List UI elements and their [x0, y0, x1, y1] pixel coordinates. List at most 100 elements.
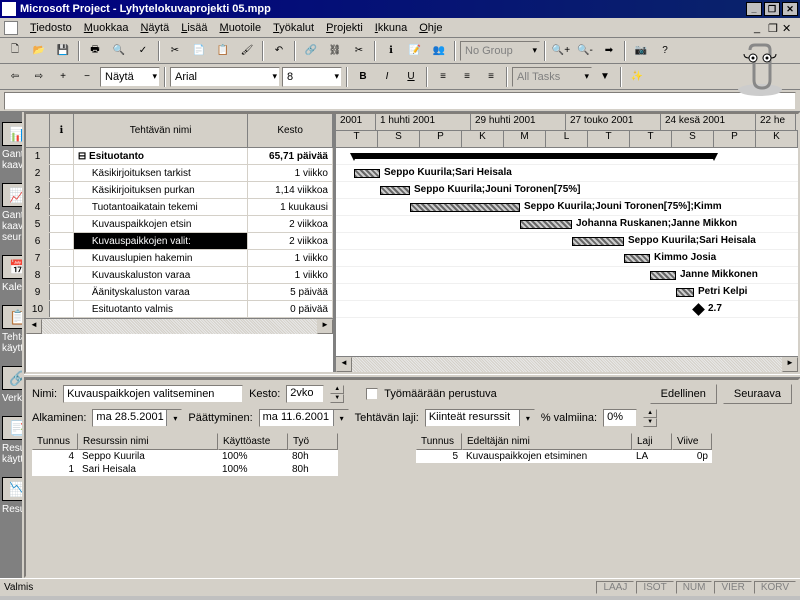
start-date-field[interactable]: ma 28.5.2001▾ — [92, 409, 182, 427]
gantt-task-bar[interactable] — [520, 220, 572, 229]
gantt-row[interactable]: Seppo Kuurila;Sari Heisala — [336, 233, 798, 250]
zoom-out-button[interactable]: 🔍- — [574, 40, 596, 62]
info-header[interactable]: ℹ — [50, 114, 74, 147]
task-hscroll[interactable]: ◄► — [26, 318, 333, 334]
pct-spinner[interactable]: ▲▼ — [643, 409, 657, 427]
pct-complete-field[interactable]: 0% — [603, 409, 637, 427]
task-name-cell[interactable]: Kuvauslupien hakemin — [74, 250, 248, 266]
align-right-button[interactable]: ≡ — [480, 66, 502, 88]
duration-header[interactable]: Kesto — [248, 114, 333, 147]
copy-button[interactable]: 📄 — [188, 40, 210, 62]
row-number[interactable]: 4 — [26, 199, 50, 215]
task-row[interactable]: 9 Äänityskaluston varaa 5 päivää — [26, 284, 333, 301]
task-info-cell[interactable] — [50, 216, 74, 232]
menu-työkalut[interactable]: Työkalut — [267, 20, 320, 36]
task-name-cell[interactable]: ⊟ Esituotanto — [74, 148, 248, 164]
undo-button[interactable]: ↶ — [268, 40, 290, 62]
help-button[interactable]: ? — [654, 40, 676, 62]
new-button[interactable]: 🗋 — [4, 40, 26, 62]
entry-field[interactable] — [4, 92, 796, 110]
assign-button[interactable]: 👥 — [428, 40, 450, 62]
rownum-header[interactable] — [26, 114, 50, 147]
show-subtasks-button[interactable]: + — [52, 66, 74, 88]
menu-tiedosto[interactable]: Tiedosto — [24, 20, 78, 36]
gantt-row[interactable]: Petri Kelpi — [336, 284, 798, 301]
close-button[interactable]: ✕ — [782, 2, 798, 16]
pred-header[interactable]: Edeltäjän nimi — [462, 433, 632, 450]
row-number[interactable]: 5 — [26, 216, 50, 232]
viewbar-item-0[interactable]: 📊Gantt-kaavio — [0, 116, 22, 177]
gantt-task-bar[interactable] — [354, 169, 380, 178]
task-info-cell[interactable] — [50, 284, 74, 300]
gantt-summary-bar[interactable] — [354, 153, 714, 159]
row-number[interactable]: 2 — [26, 165, 50, 181]
menu-muokkaa[interactable]: Muokkaa — [78, 20, 135, 36]
duration-cell[interactable]: 1 viikko — [248, 165, 333, 181]
task-info-cell[interactable] — [50, 250, 74, 266]
gantt-milestone[interactable] — [692, 303, 705, 316]
task-name-cell[interactable]: Kuvauskaluston varaa — [74, 267, 248, 283]
gantt-task-bar[interactable] — [650, 271, 676, 280]
gantt-row[interactable]: Seppo Kuurila;Jouni Toronen[75%];Kimm — [336, 199, 798, 216]
menu-näytä[interactable]: Näytä — [134, 20, 175, 36]
viewbar-item-6[interactable]: 📉Resurssikaa... — [0, 471, 22, 521]
filter-combo[interactable]: All Tasks — [512, 67, 592, 87]
print-preview-button[interactable]: 🔍 — [108, 40, 130, 62]
gantt-task-bar[interactable] — [676, 288, 694, 297]
duration-cell[interactable]: 1 viikko — [248, 267, 333, 283]
effort-driven-checkbox[interactable] — [366, 388, 378, 400]
menu-ikkuna[interactable]: Ikkuna — [369, 20, 413, 36]
duration-cell[interactable]: 1 viikko — [248, 250, 333, 266]
gantt-chart[interactable]: 20011 huhti 200129 huhti 200127 touko 20… — [336, 114, 798, 372]
task-name-cell[interactable]: Kuvauspaikkojen valit: — [74, 233, 248, 249]
doc-minimize-button[interactable]: _ — [754, 22, 768, 34]
task-row[interactable]: 4 Tuotantoaikatain tekemi 1 kuukausi — [26, 199, 333, 216]
gantt-row[interactable]: 2.7 — [336, 301, 798, 318]
viewbar-item-3[interactable]: 📋Tehtävien käyttö — [0, 299, 22, 360]
duration-cell[interactable]: 1,14 viikkoa — [248, 182, 333, 198]
align-center-button[interactable]: ≡ — [456, 66, 478, 88]
hide-subtasks-button[interactable]: − — [76, 66, 98, 88]
predecessor-row[interactable]: 5 Kuvauspaikkojen etsiminen LA 0p — [416, 450, 792, 463]
task-info-cell[interactable] — [50, 165, 74, 181]
gantt-task-bar[interactable] — [572, 237, 624, 246]
res-header[interactable]: Resurssin nimi — [78, 433, 218, 450]
task-name-cell[interactable]: Tuotantoaikatain tekemi — [74, 199, 248, 215]
gantt-row[interactable] — [336, 148, 798, 165]
task-row[interactable]: 2 Käsikirjoituksen tarkist 1 viikko — [26, 165, 333, 182]
minimize-button[interactable]: _ — [746, 2, 762, 16]
tasktype-combo[interactable]: Kiinteät resurssit▾ — [425, 409, 535, 427]
spellcheck-button[interactable]: ✓ — [132, 40, 154, 62]
task-name-cell[interactable]: Esituotanto valmis — [74, 301, 248, 317]
office-assistant-icon[interactable] — [730, 40, 790, 100]
info-button[interactable]: ℹ — [380, 40, 402, 62]
indent-button[interactable]: ⇨ — [28, 66, 50, 88]
zoom-in-button[interactable]: 🔍+ — [550, 40, 572, 62]
align-left-button[interactable]: ≡ — [432, 66, 454, 88]
pred-header[interactable]: Laji — [632, 433, 672, 450]
gantt-hscroll[interactable]: ◄► — [336, 356, 798, 372]
task-name-field[interactable] — [63, 385, 243, 403]
duration-cell[interactable]: 2 viikkoa — [248, 216, 333, 232]
task-info-cell[interactable] — [50, 233, 74, 249]
gantt-task-bar[interactable] — [410, 203, 520, 212]
menu-projekti[interactable]: Projekti — [320, 20, 369, 36]
gantt-row[interactable]: Johanna Ruskanen;Janne Mikkon — [336, 216, 798, 233]
notes-button[interactable]: 📝 — [404, 40, 426, 62]
row-number[interactable]: 7 — [26, 250, 50, 266]
duration-cell[interactable]: 2 viikkoa — [248, 233, 333, 249]
gantt-row[interactable]: Janne Mikkonen — [336, 267, 798, 284]
copy-picture-button[interactable]: 📷 — [630, 40, 652, 62]
task-row[interactable]: 7 Kuvauslupien hakemin 1 viikko — [26, 250, 333, 267]
end-date-field[interactable]: ma 11.6.2001▾ — [259, 409, 349, 427]
gantt-row[interactable]: Seppo Kuurila;Jouni Toronen[75%] — [336, 182, 798, 199]
doc-maximize-button[interactable]: ❐ — [768, 22, 782, 34]
task-info-cell[interactable] — [50, 199, 74, 215]
task-row[interactable]: 1 ⊟ Esituotanto 65,71 päivää — [26, 148, 333, 165]
duration-spinner[interactable]: ▲▼ — [330, 385, 344, 403]
task-name-cell[interactable]: Kuvauspaikkojen etsin — [74, 216, 248, 232]
predecessors-table[interactable]: TunnusEdeltäjän nimiLajiViive 5 Kuvauspa… — [416, 433, 792, 476]
row-number[interactable]: 10 — [26, 301, 50, 317]
task-row[interactable]: 8 Kuvauskaluston varaa 1 viikko — [26, 267, 333, 284]
open-button[interactable]: 📂 — [28, 40, 50, 62]
